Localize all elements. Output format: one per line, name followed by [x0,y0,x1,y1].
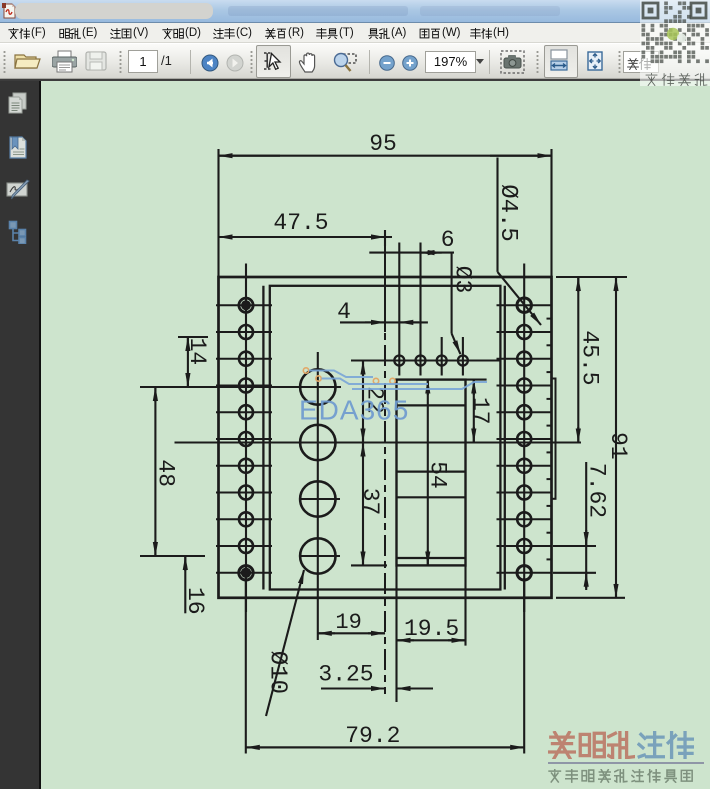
svg-text:47.5: 47.5 [273,210,328,236]
svg-text:Ø4.5: Ø4.5 [494,184,521,242]
svg-text:Ø10: Ø10 [264,651,291,694]
svg-text:16: 16 [182,587,208,615]
svg-text:37: 37 [357,488,383,516]
svg-text:6: 6 [441,227,455,253]
svg-text:19.5: 19.5 [404,616,459,642]
svg-text:7.62: 7.62 [584,463,610,518]
svg-text:54: 54 [425,461,451,489]
svg-text:3.25: 3.25 [318,661,373,687]
svg-text:91: 91 [605,432,631,460]
svg-text:14: 14 [184,338,210,366]
svg-text:45.5: 45.5 [577,330,603,385]
svg-text:95: 95 [369,131,397,157]
svg-text:EDA365: EDA365 [299,395,409,426]
svg-text:79.2: 79.2 [345,723,400,749]
svg-text:48: 48 [152,459,178,487]
svg-text:17: 17 [467,397,493,425]
svg-text:Ø3: Ø3 [449,266,475,294]
svg-text:4: 4 [337,299,351,325]
svg-text:19: 19 [335,610,361,635]
